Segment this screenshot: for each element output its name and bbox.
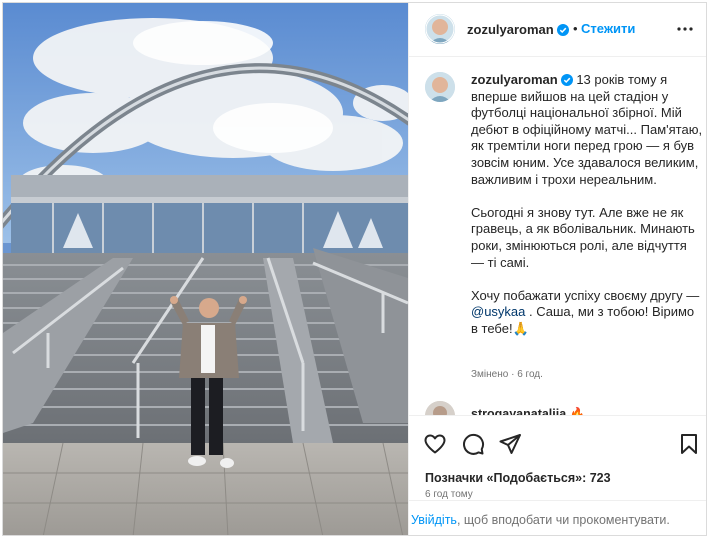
login-prompt: Увійдіть, щоб вподобати чи прокоментуват… <box>409 500 706 535</box>
commenter-username-text[interactable]: strogayanataliia <box>471 407 566 415</box>
caption-paragraph-2: Сьогодні я знову тут. Але вже не як грав… <box>471 204 695 270</box>
commenter-username[interactable]: strogayanataliia 🔥 <box>471 407 585 415</box>
caption-para1: 13 років тому я вперше вийшов на цей ста… <box>471 72 703 187</box>
caption-username[interactable]: zozulyaroman <box>471 72 558 87</box>
follow-button[interactable]: Стежити <box>581 21 635 36</box>
commenter-avatar[interactable] <box>425 401 455 415</box>
verified-badge-icon <box>556 24 569 36</box>
author-username[interactable]: zozulyaroman <box>467 22 569 37</box>
comment-emoji: 🔥 <box>569 407 586 415</box>
caption-para3-start: Хочу побажати успіху своєму другу — <box>471 287 700 303</box>
post-modal: zozulyaroman • Стежити zozulyaroman 13 р… <box>2 2 707 536</box>
share-icon[interactable] <box>498 432 522 456</box>
comment-icon[interactable] <box>461 432 485 456</box>
separator-dot: • <box>573 21 578 36</box>
heart-icon[interactable] <box>423 432 447 456</box>
post-photo[interactable] <box>3 3 408 535</box>
author-username-text[interactable]: zozulyaroman <box>467 22 554 37</box>
mention-link[interactable]: @usykaa <box>471 304 525 319</box>
caption-avatar[interactable] <box>425 72 455 102</box>
post-time[interactable]: 6 год тому <box>425 489 473 500</box>
likes-count[interactable]: Позначки «Подобається»: 723 <box>425 471 611 485</box>
author-avatar[interactable] <box>425 14 455 44</box>
caption-paragraph-1: zozulyaroman 13 років тому я вперше вийш… <box>471 72 703 188</box>
verified-badge-icon <box>560 74 573 86</box>
caption-paragraph-3: Хочу побажати успіху своєму другу — @usy… <box>471 288 703 338</box>
login-text: , щоб вподобати чи прокоментувати. <box>456 513 670 527</box>
comments-area[interactable]: zozulyaroman 13 років тому я вперше вийш… <box>409 58 706 415</box>
post-sidebar: zozulyaroman • Стежити zozulyaroman 13 р… <box>408 3 706 535</box>
caption-text: zozulyaroman 13 років тому я вперше вийш… <box>471 72 703 338</box>
more-horizontal-icon[interactable] <box>675 21 695 37</box>
post-header: zozulyaroman • Стежити <box>409 3 706 57</box>
edited-label: Змінено · 6 год. <box>471 369 543 380</box>
bookmark-icon[interactable] <box>677 432 701 456</box>
login-link[interactable]: Увійдіть <box>411 513 457 527</box>
